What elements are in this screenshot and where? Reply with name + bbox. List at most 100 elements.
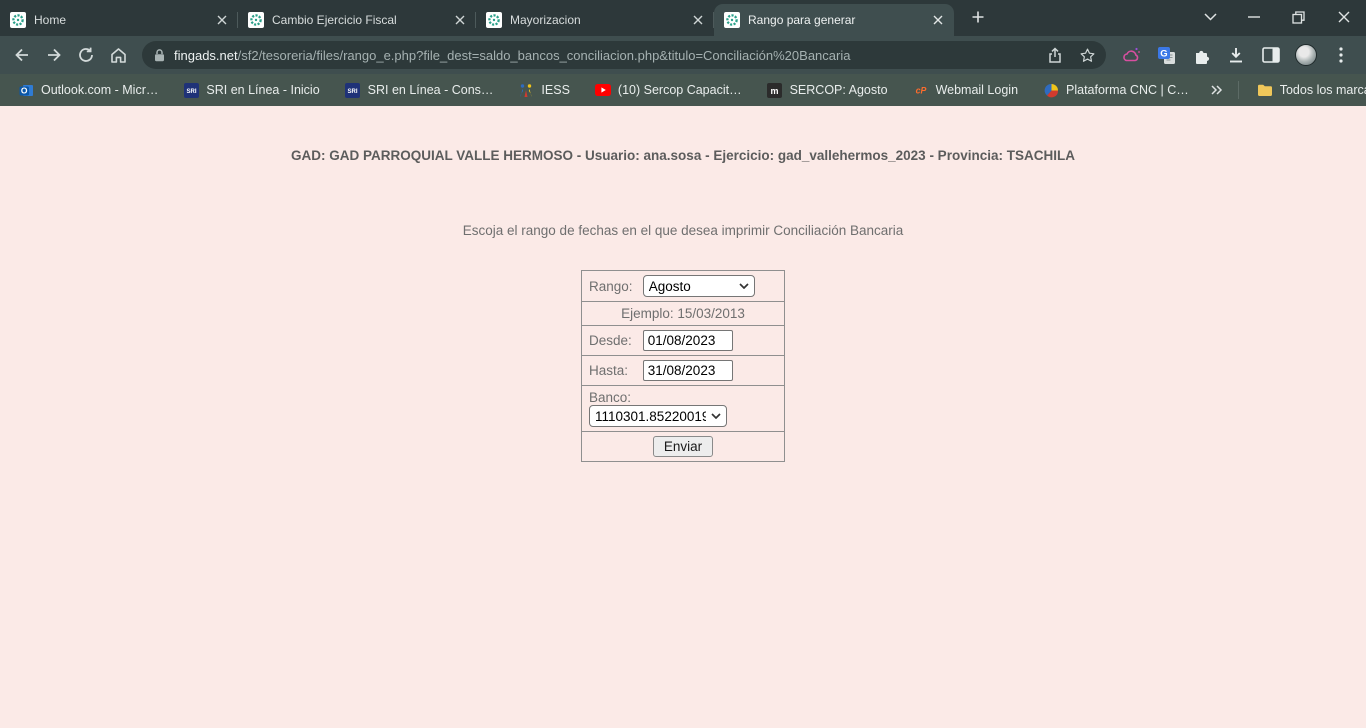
forward-icon — [45, 46, 63, 64]
bookmark-outlook[interactable]: O Outlook.com - Micr… — [10, 79, 166, 101]
cnc-icon — [1043, 82, 1059, 98]
tab-strip: Home Cambio Ejercicio Fiscal Mayorizacio… — [0, 0, 1366, 36]
forward-button[interactable] — [39, 40, 69, 70]
tab-home[interactable]: Home — [0, 4, 238, 36]
tab-close-icon[interactable] — [690, 12, 706, 28]
rango-label: Rango: — [589, 279, 639, 294]
rango-row: Rango: Agosto — [582, 271, 785, 302]
banco-row: Banco: 1110301.85220019 — [582, 386, 785, 432]
desde-label: Desde: — [589, 333, 639, 348]
download-icon — [1227, 46, 1245, 64]
hasta-input[interactable] — [643, 360, 733, 381]
browser-menu-button[interactable] — [1330, 44, 1352, 66]
address-bar[interactable]: fingads.net/sf2/tesoreria/files/rango_e.… — [142, 41, 1106, 69]
browser-toolbar: fingads.net/sf2/tesoreria/files/rango_e.… — [0, 36, 1366, 74]
bookmarks-separator — [1238, 81, 1239, 99]
downloads-button[interactable] — [1225, 44, 1247, 66]
new-tab-button[interactable] — [964, 3, 992, 31]
bookmark-label: Plataforma CNC | C… — [1066, 83, 1189, 97]
tab-mayorizacion[interactable]: Mayorizacion — [476, 4, 714, 36]
bookmark-plataforma-cnc[interactable]: Plataforma CNC | C… — [1035, 79, 1197, 101]
window-controls — [1189, 0, 1366, 34]
table-row: Banco: 1110301.85220019 — [582, 386, 785, 432]
svg-text:SRI: SRI — [186, 89, 196, 95]
svg-text:G: G — [1160, 48, 1167, 59]
home-button[interactable] — [103, 40, 133, 70]
bookmark-label: (10) Sercop Capacit… — [618, 83, 742, 97]
restore-button[interactable] — [1276, 0, 1321, 34]
bookmark-sri-inicio[interactable]: SRI SRI en Línea - Inicio — [175, 79, 327, 101]
tab-search-button[interactable] — [1189, 0, 1231, 34]
desde-input[interactable] — [643, 330, 733, 351]
back-icon — [13, 46, 31, 64]
star-icon — [1079, 47, 1096, 64]
tab-title: Mayorizacion — [510, 13, 684, 27]
tab-close-icon[interactable] — [214, 12, 230, 28]
hasta-label: Hasta: — [589, 363, 639, 378]
bookmark-webmail[interactable]: cP Webmail Login — [905, 79, 1026, 101]
page-instruction: Escoja el rango de fechas en el que dese… — [0, 223, 1366, 238]
reload-button[interactable] — [71, 40, 101, 70]
fingads-favicon-icon — [248, 12, 264, 28]
enviar-button[interactable]: Enviar — [653, 436, 713, 457]
url-path: /sf2/tesoreria/files/rango_e.php?file_de… — [238, 48, 851, 63]
plus-icon — [971, 10, 985, 24]
browser-window: Home Cambio Ejercicio Fiscal Mayorizacio… — [0, 0, 1366, 728]
table-row: Enviar — [582, 432, 785, 462]
sri-icon: SRI — [183, 82, 199, 98]
outlook-icon: O — [18, 82, 34, 98]
tab-title: Cambio Ejercicio Fiscal — [272, 13, 446, 27]
tab-cambio-ejercicio-fiscal[interactable]: Cambio Ejercicio Fiscal — [238, 4, 476, 36]
url-text: fingads.net/sf2/tesoreria/files/rango_e.… — [174, 48, 1030, 63]
banco-select[interactable]: 1110301.85220019 — [589, 405, 727, 427]
svg-text:m: m — [771, 86, 779, 96]
weather-extension-button[interactable] — [1120, 44, 1142, 66]
home-icon — [109, 46, 128, 65]
chevron-down-icon — [1204, 13, 1217, 21]
web-page-content: GAD: GAD PARROQUIAL VALLE HERMOSO - Usua… — [0, 106, 1366, 728]
svg-text:O: O — [20, 85, 27, 95]
bookmark-star-button[interactable] — [1079, 47, 1096, 64]
gad-session-header: GAD: GAD PARROQUIAL VALLE HERMOSO - Usua… — [0, 148, 1366, 163]
minimize-button[interactable] — [1231, 0, 1276, 34]
tab-close-icon[interactable] — [452, 12, 468, 28]
tab-close-icon[interactable] — [930, 12, 946, 28]
minimize-icon — [1248, 16, 1260, 18]
bookmarks-overflow-button[interactable] — [1206, 79, 1228, 101]
bookmark-sercop[interactable]: m SERCOP: Agosto — [759, 79, 896, 101]
translate-icon: G — [1157, 46, 1176, 65]
sercop-icon: m — [767, 82, 783, 98]
table-row: Desde: — [582, 326, 785, 356]
cpanel-icon: cP — [913, 82, 929, 98]
side-panel-button[interactable] — [1260, 44, 1282, 66]
reload-icon — [77, 46, 95, 64]
all-bookmarks-label: Todos los marcadores — [1280, 83, 1366, 97]
banco-label: Banco: — [589, 390, 639, 405]
iess-icon — [518, 82, 534, 98]
rango-select[interactable]: Agosto — [643, 275, 755, 297]
restore-icon — [1292, 11, 1305, 24]
bookmark-sri-consultas[interactable]: SRI SRI en Línea - Cons… — [337, 79, 502, 101]
side-panel-icon — [1262, 47, 1280, 63]
cloud-icon — [1121, 46, 1141, 64]
bookmark-sercop-youtube[interactable]: (10) Sercop Capacit… — [587, 79, 750, 101]
lock-icon[interactable] — [154, 49, 165, 62]
extensions-area: G — [1112, 44, 1356, 66]
bookmark-iess[interactable]: IESS — [510, 79, 578, 101]
share-button[interactable] — [1046, 47, 1063, 64]
all-bookmarks-button[interactable]: Todos los marcadores — [1249, 79, 1366, 101]
bookmark-label: SRI en Línea - Cons… — [368, 83, 494, 97]
svg-text:SRI: SRI — [348, 89, 358, 95]
desde-row: Desde: — [582, 326, 785, 356]
back-button[interactable] — [7, 40, 37, 70]
close-window-button[interactable] — [1321, 0, 1366, 34]
bookmark-label: Webmail Login — [936, 83, 1018, 97]
extensions-button[interactable] — [1190, 44, 1212, 66]
translate-extension-button[interactable]: G — [1155, 44, 1177, 66]
table-row: Rango: Agosto — [582, 271, 785, 302]
profile-avatar[interactable] — [1295, 44, 1317, 66]
bookmark-label: IESS — [541, 83, 570, 97]
fingads-favicon-icon — [10, 12, 26, 28]
tab-rango-para-generar[interactable]: Rango para generar — [714, 4, 954, 36]
svg-text:cP: cP — [915, 85, 926, 95]
